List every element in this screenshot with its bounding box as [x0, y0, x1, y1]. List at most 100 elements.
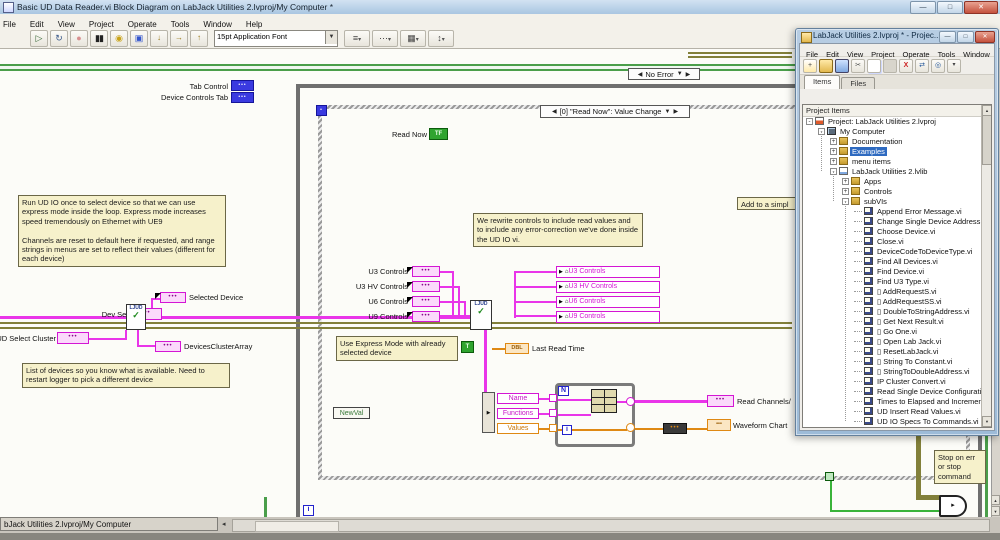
step-into-icon[interactable]: ↓: [150, 30, 168, 47]
tab-control-terminal[interactable]: •••: [231, 80, 254, 91]
unbundle-by-name-node[interactable]: ▶: [482, 392, 495, 433]
hscrollbar-thumb[interactable]: [255, 521, 339, 532]
ljud-express-subvi-node[interactable]: LJUD✓: [470, 300, 492, 330]
resolve-conflicts-icon[interactable]: ⇄: [915, 59, 929, 73]
options-dropdown-icon[interactable]: ▾: [947, 59, 961, 73]
case-prev-icon[interactable]: ◀: [638, 71, 643, 78]
diagram-hscrollbar[interactable]: [232, 519, 990, 532]
tree-item-get-next-result-vi[interactable]: ▯ Get Next Result.vi: [803, 316, 982, 326]
tree-item-resetlabjack-vi[interactable]: ▯ ResetLabJack.vi: [803, 346, 982, 356]
tree-item-ud-io-specs-to-commands-vi[interactable]: UD IO Specs To Commands.vi: [803, 416, 982, 426]
chevron-down-icon[interactable]: ▼: [664, 109, 670, 115]
pe-menu-file[interactable]: File: [802, 49, 822, 59]
tree-item-ud-insert-read-values-vi[interactable]: UD Insert Read Values.vi: [803, 406, 982, 416]
tree-item-find-device-vi[interactable]: Find Device.vi: [803, 266, 982, 276]
terminal-u6-controls[interactable]: •••: [412, 296, 440, 307]
close-button[interactable]: ✕: [964, 1, 998, 14]
distribute-objects-button[interactable]: ⋯▾: [372, 30, 398, 47]
tree-item-find-u3-type-vi[interactable]: Find U3 Type.vi: [803, 276, 982, 286]
tree-item-doubletostringaddress-vi[interactable]: ▯ DoubleToStringAddress.vi: [803, 306, 982, 316]
build-array-node[interactable]: •••: [663, 423, 687, 434]
local-var-u3-hv-controls[interactable]: ▶ ⌂U3 HV Controls: [556, 281, 660, 293]
expand-icon[interactable]: +: [842, 178, 849, 185]
highlight-execution-icon[interactable]: ◉: [110, 30, 128, 47]
menu-project[interactable]: Project: [82, 18, 121, 29]
tree-item-documentation[interactable]: +Documentation: [803, 136, 982, 146]
terminal-u3-hv-controls[interactable]: •••: [412, 281, 440, 292]
tree-item-choose-device-vi[interactable]: Choose Device.vi: [803, 226, 982, 236]
tree-item-examples[interactable]: +Examples: [803, 146, 982, 156]
event-prev-icon[interactable]: ◀: [552, 108, 557, 115]
chevron-down-icon[interactable]: ▼: [677, 71, 683, 77]
loop-tunnel[interactable]: [549, 424, 557, 432]
paste-icon[interactable]: [883, 59, 897, 73]
tree-item-subvis[interactable]: -subVIs: [803, 196, 982, 206]
tree-item-addrequestss-vi[interactable]: ▯ AddRequestSS.vi: [803, 296, 982, 306]
terminal-u3-controls[interactable]: •••: [412, 266, 440, 277]
tree-item-change-single-device-address-vi[interactable]: Change Single Device Address.vi: [803, 216, 982, 226]
local-var-u9-controls[interactable]: ▶ ⌂U9 Controls: [556, 311, 660, 323]
chevron-down-icon[interactable]: ▼: [325, 31, 337, 44]
index-array-node[interactable]: [591, 389, 617, 413]
cut-icon[interactable]: ✂: [851, 59, 865, 73]
device-controls-tab-terminal[interactable]: •••: [231, 92, 254, 103]
true-constant[interactable]: T: [461, 341, 474, 353]
pause-icon[interactable]: ▮▮: [90, 30, 108, 47]
newval-node[interactable]: NewVal: [333, 407, 370, 419]
save-all-icon[interactable]: [835, 59, 849, 73]
copy-icon[interactable]: [867, 59, 881, 73]
tree-item-menu-items[interactable]: +menu items: [803, 156, 982, 166]
loop-output-tunnel[interactable]: [626, 397, 635, 406]
pe-menu-tools[interactable]: Tools: [934, 49, 960, 59]
pe-menu-edit[interactable]: Edit: [822, 49, 843, 59]
menu-edit[interactable]: Edit: [23, 18, 51, 29]
tree-vscrollbar[interactable]: ▲ ▼: [981, 105, 991, 427]
tab-files[interactable]: Files: [841, 77, 875, 89]
tree-item-read-single-device-configuratio[interactable]: Read Single Device Configuratio: [803, 386, 982, 396]
scroll-down-icon[interactable]: ▼: [982, 416, 992, 427]
tree-item-devicecodetodevicetype-vi[interactable]: DeviceCodeToDeviceType.vi: [803, 246, 982, 256]
tree-item-stringtodoubleaddress-vi[interactable]: ▯ StringToDoubleAddress.vi: [803, 366, 982, 376]
new-file-icon[interactable]: +: [803, 59, 817, 73]
expand-icon[interactable]: +: [830, 138, 837, 145]
tree-item-close-vi[interactable]: Close.vi: [803, 236, 982, 246]
tree-item-open-lab-jack-vi[interactable]: ▯ Open Lab Jack.vi: [803, 336, 982, 346]
menu-tools[interactable]: Tools: [164, 18, 197, 29]
run-icon[interactable]: ▷: [30, 30, 48, 47]
for-loop-iteration-terminal[interactable]: i: [562, 425, 572, 435]
tab-items[interactable]: Items: [804, 75, 840, 89]
pe-menu-view[interactable]: View: [843, 49, 867, 59]
retain-wire-values-icon[interactable]: ▣: [130, 30, 148, 47]
tab-scroll-left-icon[interactable]: ◂: [222, 520, 226, 528]
align-objects-button[interactable]: ≡▾: [344, 30, 370, 47]
event-timeout-terminal[interactable]: •: [316, 105, 327, 116]
tree-item-my-computer[interactable]: -My Computer: [803, 126, 982, 136]
while-iteration-terminal[interactable]: i: [303, 505, 314, 516]
local-var-u6-controls[interactable]: ▶ ⌂U6 Controls: [556, 296, 660, 308]
unbundle-field-name[interactable]: Name: [497, 393, 539, 404]
read-channels-terminal[interactable]: •••: [707, 395, 734, 407]
step-out-icon[interactable]: ↑: [190, 30, 208, 47]
tree-item-go-one-vi[interactable]: ▯ Go One.vi: [803, 326, 982, 336]
abort-icon[interactable]: ●: [70, 30, 88, 47]
pe-menu-project[interactable]: Project: [867, 49, 898, 59]
unbundle-field-functions[interactable]: Functions: [497, 408, 539, 419]
tree-item-times-to-elapsed-and-increment[interactable]: Times to Elapsed and Increment: [803, 396, 982, 406]
tree-item-ip-cluster-convert-vi[interactable]: IP Cluster Convert.vi: [803, 376, 982, 386]
expand-icon[interactable]: +: [830, 158, 837, 165]
local-var-u3-controls[interactable]: ▶ ⌂U3 Controls: [556, 266, 660, 278]
pe-title-bar[interactable]: LabJack Utilities 2.lvproj * - Projec...…: [799, 29, 995, 43]
step-over-icon[interactable]: →: [170, 30, 188, 47]
open-folder-icon[interactable]: [819, 59, 833, 73]
waveform-chart-terminal[interactable]: •••: [707, 419, 731, 431]
maximize-button[interactable]: □: [937, 1, 963, 14]
scroll-up-icon[interactable]: ▲: [991, 495, 1000, 505]
tree-item-apps[interactable]: +Apps: [803, 176, 982, 186]
resize-objects-button[interactable]: ▦▾: [400, 30, 426, 47]
unbundle-field-values[interactable]: Values: [497, 423, 539, 434]
read-now-terminal[interactable]: TF: [429, 128, 448, 140]
tree-item-addrequests-vi[interactable]: ▯ AddRequestS.vi: [803, 286, 982, 296]
minimize-button[interactable]: —: [910, 1, 936, 14]
reorder-objects-button[interactable]: ↕▾: [428, 30, 454, 47]
expand-icon[interactable]: +: [842, 188, 849, 195]
